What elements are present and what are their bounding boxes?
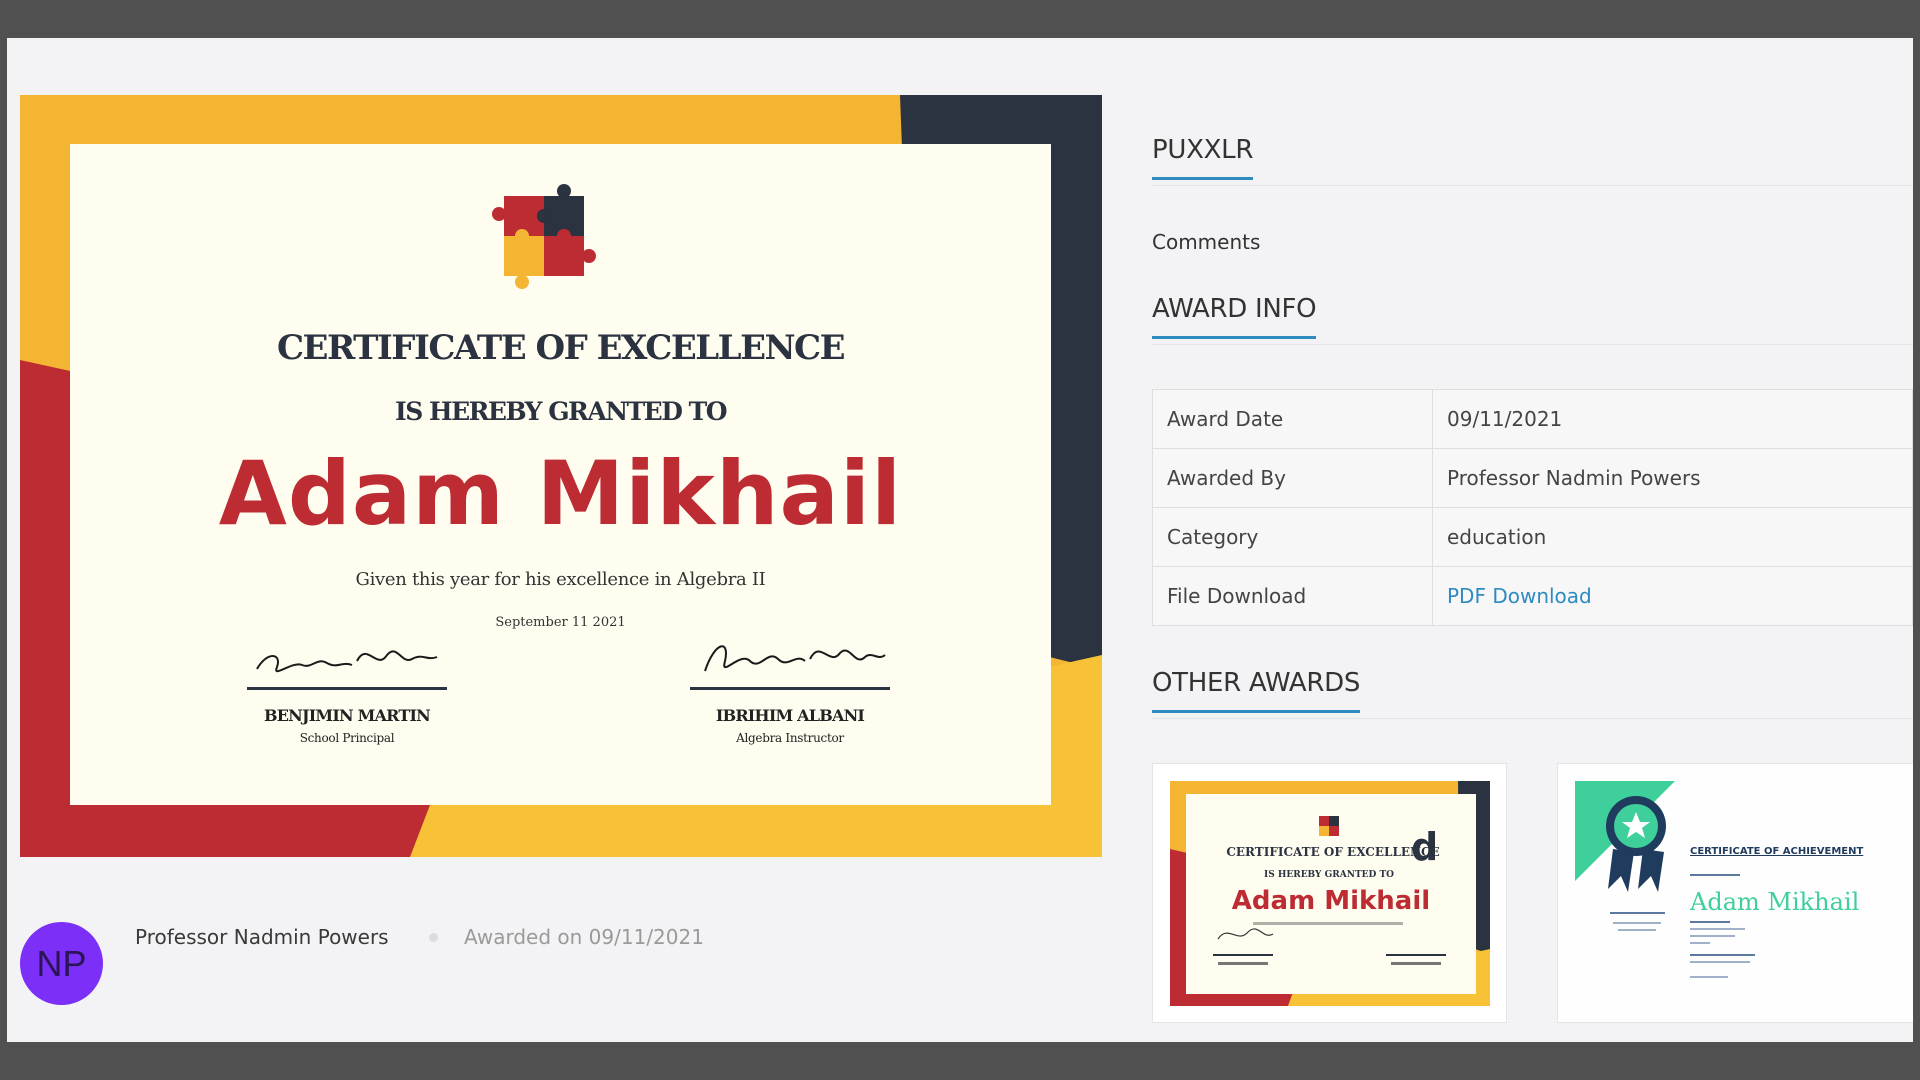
certificate-title: CERTIFICATE OF EXCELLENCE: [276, 328, 846, 368]
thumbnail-recipient: Adam Mikhail: [1689, 888, 1859, 916]
thumbnail-subtitle: IS HEREBY GRANTED TO: [1264, 870, 1394, 880]
signer-name: IBRIHIM ALBANI: [715, 706, 865, 725]
overlay-letter: d: [1411, 825, 1438, 869]
awarded-by-label: Awarded By: [1152, 448, 1433, 508]
puzzle-logo-icon: [492, 184, 596, 289]
certificate-recipient: Adam Mikhail: [218, 442, 903, 545]
author-name[interactable]: Professor Nadmin Powers: [135, 925, 389, 949]
avatar[interactable]: NP: [20, 922, 103, 1005]
file-download-label: File Download: [1152, 566, 1433, 626]
section-divider: [1152, 185, 1913, 186]
certificate-description: Given this year for his excellence in Al…: [355, 569, 766, 590]
awarded-date: Awarded on 09/11/2021: [464, 925, 704, 949]
award-info-title: AWARD INFO: [1152, 294, 1317, 339]
table-row: Awarded By Professor Nadmin Powers: [1152, 448, 1913, 508]
award-date-value: 09/11/2021: [1432, 389, 1913, 449]
comments-link[interactable]: Comments: [1152, 230, 1260, 254]
certificate-date: September 11 2021: [495, 615, 626, 630]
award-date-label: Award Date: [1152, 389, 1433, 449]
signature-line: [690, 687, 890, 690]
certificate-thumbnail: CERTIFICATE OF EXCELLENCE d IS HEREBY GR…: [1170, 781, 1490, 1006]
certificate-paper: CERTIFICATE OF EXCELLENCE IS HEREBY GRAN…: [70, 144, 1051, 805]
section-divider: [1152, 344, 1913, 345]
table-row: Category education: [1152, 507, 1913, 567]
table-row: File Download PDF Download: [1152, 566, 1913, 626]
awarded-by-value: Professor Nadmin Powers: [1432, 448, 1913, 508]
signer-name: BENJIMIN MARTIN: [264, 706, 431, 725]
file-download-cell: PDF Download: [1432, 566, 1913, 626]
signer-right: IBRIHIM ALBANI Algebra Instructor: [690, 631, 890, 745]
certificate-thumbnail: CERTIFICATE OF ACHIEVEMENT Adam Mikhail: [1558, 764, 1913, 1022]
category-value: education: [1432, 507, 1913, 567]
certificate-preview: CERTIFICATE OF EXCELLENCE IS HEREBY GRAN…: [20, 95, 1102, 857]
signer-role: Algebra Instructor: [736, 731, 844, 745]
thumbnail-title: CERTIFICATE OF EXCELLENCE: [1226, 845, 1439, 859]
other-award-card[interactable]: CERTIFICATE OF ACHIEVEMENT Adam Mikhail: [1557, 763, 1913, 1023]
org-title[interactable]: PUXXLR: [1152, 135, 1253, 180]
signature-mark: [704, 645, 886, 672]
page: CERTIFICATE OF EXCELLENCE IS HEREBY GRAN…: [7, 38, 1913, 1042]
table-row: Award Date 09/11/2021: [1152, 389, 1913, 449]
category-label: Category: [1152, 507, 1433, 567]
other-award-card[interactable]: CERTIFICATE OF EXCELLENCE d IS HEREBY GR…: [1152, 763, 1507, 1023]
other-awards-title: OTHER AWARDS: [1152, 668, 1360, 713]
signer-left: BENJIMIN MARTIN School Principal: [247, 631, 447, 745]
signer-role: School Principal: [299, 731, 395, 745]
award-info-table: Award Date 09/11/2021 Awarded By Profess…: [1152, 389, 1913, 626]
separator-dot-icon: [429, 933, 438, 942]
thumbnail-title: CERTIFICATE OF ACHIEVEMENT: [1690, 846, 1863, 857]
signature-line: [247, 687, 447, 690]
signature-mark: [256, 650, 438, 673]
certificate-subtitle: IS HEREBY GRANTED TO: [395, 397, 728, 426]
section-divider: [1152, 718, 1913, 719]
pdf-download-link[interactable]: PDF Download: [1447, 584, 1592, 608]
thumbnail-recipient: Adam Mikhail: [1232, 886, 1430, 916]
